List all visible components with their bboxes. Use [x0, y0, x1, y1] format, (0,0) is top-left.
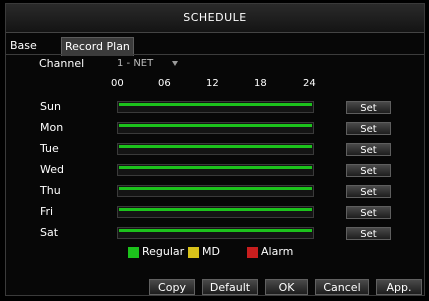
window-title: SCHEDULE [183, 11, 247, 24]
set-button-tue[interactable]: Set [346, 143, 391, 156]
hour-tick-06: 06 [158, 78, 171, 89]
day-label-thu: Thu [40, 184, 61, 197]
hour-tick-12: 12 [206, 78, 219, 89]
legend-swatch-regular [128, 247, 139, 258]
regular-segment [119, 145, 312, 148]
copy-button[interactable]: Copy [149, 279, 195, 295]
tab-base[interactable]: Base [7, 37, 40, 55]
day-label-sun: Sun [40, 100, 61, 113]
schedule-bar-wed[interactable] [117, 164, 314, 176]
hour-tick-24: 24 [303, 78, 316, 89]
schedule-bar-tue[interactable] [117, 143, 314, 155]
set-button-wed[interactable]: Set [346, 164, 391, 177]
cancel-button[interactable]: Cancel [315, 279, 369, 295]
schedule-bar-mon[interactable] [117, 122, 314, 134]
set-button-thu[interactable]: Set [346, 185, 391, 198]
channel-dropdown[interactable]: 1 - NET [112, 56, 178, 72]
channel-value: 1 - NET [117, 58, 154, 69]
regular-segment [119, 229, 312, 232]
regular-segment [119, 187, 312, 190]
day-label-fri: Fri [40, 205, 54, 218]
chevron-down-icon [172, 61, 178, 66]
regular-segment [119, 166, 312, 169]
legend-swatch-alarm [247, 247, 258, 258]
ok-button[interactable]: OK [265, 279, 308, 295]
set-button-sat[interactable]: Set [346, 227, 391, 240]
schedule-bar-fri[interactable] [117, 206, 314, 218]
legend-swatch-md [188, 247, 199, 258]
day-label-mon: Mon [40, 121, 64, 134]
schedule-bar-sat[interactable] [117, 227, 314, 239]
hour-tick-18: 18 [254, 78, 267, 89]
title-bar: SCHEDULE [6, 4, 424, 33]
set-button-sun[interactable]: Set [346, 101, 391, 114]
regular-segment [119, 208, 312, 211]
schedule-bar-thu[interactable] [117, 185, 314, 197]
schedule-window: SCHEDULE Base Record Plan Channel 1 - NE… [5, 3, 425, 296]
set-button-mon[interactable]: Set [346, 122, 391, 135]
channel-label: Channel [39, 57, 85, 70]
legend-label-alarm: Alarm [261, 245, 294, 258]
legend-label-md: MD [202, 245, 220, 258]
apply-button[interactable]: App. [376, 279, 422, 295]
hour-tick-00: 00 [111, 78, 124, 89]
regular-segment [119, 124, 312, 127]
set-button-fri[interactable]: Set [346, 206, 391, 219]
default-button[interactable]: Default [202, 279, 258, 295]
schedule-bar-sun[interactable] [117, 101, 314, 113]
day-label-wed: Wed [40, 163, 64, 176]
tab-bar: Base Record Plan [6, 37, 424, 56]
day-label-sat: Sat [40, 226, 59, 239]
day-label-tue: Tue [40, 142, 59, 155]
legend-label-regular: Regular [142, 245, 185, 258]
tab-divider [6, 54, 424, 55]
regular-segment [119, 103, 312, 106]
